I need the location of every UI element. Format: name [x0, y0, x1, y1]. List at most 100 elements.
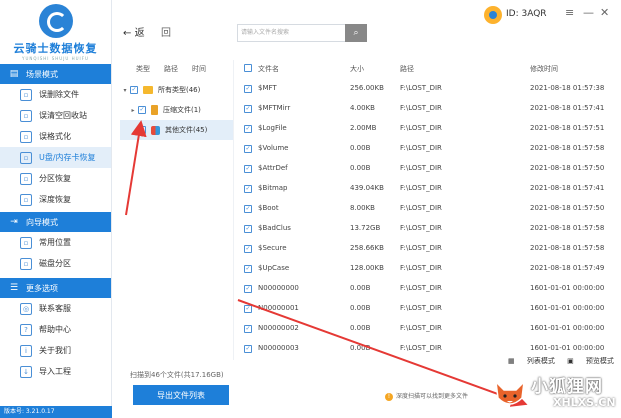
file-name: N00000000 — [258, 284, 299, 292]
table-row[interactable]: ✓ N00000001 0.00B F:\LOST_DIR 1601-01-01 00:… — [238, 298, 621, 318]
location-icon: ▫ — [20, 236, 32, 249]
usb-icon: ▫ — [20, 151, 32, 164]
row-checkbox[interactable]: ✓ — [244, 324, 252, 333]
checkbox[interactable]: ✓ — [138, 126, 146, 134]
row-checkbox[interactable]: ✓ — [244, 224, 252, 233]
sidebar-item-label: 深度恢复 — [39, 195, 71, 204]
tree-item-archives[interactable]: ▸ ✓ 压缩文件(1) — [120, 100, 233, 120]
disk-icon: ▫ — [20, 257, 32, 270]
section-title: 向导模式 — [26, 217, 58, 227]
section-title: 场景模式 — [26, 69, 58, 79]
tree-tab-type[interactable]: 类型 — [136, 64, 150, 74]
table-row[interactable]: ✓ N00000002 0.00B F:\LOST_DIR 1601-01-01 00:… — [238, 318, 621, 338]
row-checkbox[interactable]: ✓ — [244, 304, 252, 313]
scan-summary: 扫描到46个文件(共17.16GB) — [130, 371, 224, 379]
sidebar-item-usb-card[interactable]: ▫ U盘/内存卡恢复 — [0, 147, 111, 168]
menu-button[interactable]: ≡ — [565, 6, 574, 19]
search-input[interactable]: 请输入文件名搜索 — [237, 24, 347, 42]
deep-scan-tip: ! 深度扫描可以找到更多文件 — [385, 391, 468, 401]
select-all-checkbox[interactable] — [244, 64, 252, 72]
table-row[interactable]: ✓ $Volume 0.00B F:\LOST_DIR 2021-08-18 01:57… — [238, 138, 621, 158]
column-modified-time[interactable]: 修改时间 — [530, 64, 620, 74]
preview-view-button[interactable]: ▣ 预览模式 — [567, 357, 614, 365]
file-size: 128.00KB — [350, 264, 384, 272]
format-icon: ▫ — [20, 130, 32, 143]
sidebar-item-label: 常用位置 — [39, 238, 71, 247]
file-path: F:\LOST_DIR — [400, 244, 442, 252]
watermark-text: 小狐狸网 — [531, 377, 603, 397]
sidebar-item-label: 帮助中心 — [39, 325, 71, 334]
row-checkbox[interactable]: ✓ — [244, 144, 252, 153]
column-name[interactable]: 文件名 — [252, 64, 350, 74]
back-button[interactable]: ← 返 — [123, 24, 145, 39]
sidebar-item-import-project[interactable]: ↓ 导入工程 — [0, 361, 111, 382]
row-checkbox[interactable]: ✓ — [244, 344, 252, 353]
file-modified-time: 2021-08-18 01:57:58 — [530, 144, 605, 152]
list-view-button[interactable]: ▦ 列表模式 — [508, 357, 555, 365]
table-row[interactable]: ✓ $BadClus 13.72GB F:\LOST_DIR 2021-08-18 01… — [238, 218, 621, 238]
close-button[interactable]: ✕ — [600, 6, 609, 19]
checkbox[interactable]: ✓ — [130, 86, 138, 94]
sidebar-item-support[interactable]: ◎ 联系客服 — [0, 298, 111, 319]
table-row[interactable]: ✓ N00000003 0.00B F:\LOST_DIR 1601-01-01 00:… — [238, 338, 621, 355]
table-row[interactable]: ✓ $Secure 258.66KB F:\LOST_DIR 2021-08-18 01… — [238, 238, 621, 258]
row-checkbox[interactable]: ✓ — [244, 84, 252, 93]
column-path[interactable]: 路径 — [400, 64, 530, 74]
refresh-button[interactable]: 回 — [161, 24, 171, 39]
tree-header: 类型 路径 时间 — [120, 60, 233, 78]
table-row[interactable]: ✓ N00000000 0.00B F:\LOST_DIR 1601-01-01 00:… — [238, 278, 621, 298]
caret-right-icon[interactable]: ▸ — [128, 107, 138, 114]
hamburger-icon: ≡ — [565, 6, 575, 19]
arrow-left-icon: ← — [123, 28, 132, 39]
sidebar-item-deep-recovery[interactable]: ▫ 深度恢复 — [0, 189, 111, 210]
tree-tab-time[interactable]: 时间 — [192, 64, 206, 74]
row-checkbox[interactable]: ✓ — [244, 164, 252, 173]
file-modified-time: 1601-01-01 00:00:00 — [530, 324, 605, 332]
table-header: 文件名 大小 路径 修改时间 — [238, 60, 621, 78]
row-checkbox[interactable]: ✓ — [244, 184, 252, 193]
file-name: $UpCase — [258, 264, 290, 272]
table-row[interactable]: ✓ $LogFile 2.00MB F:\LOST_DIR 2021-08-18 01:… — [238, 118, 621, 138]
row-checkbox[interactable]: ✓ — [244, 244, 252, 253]
column-size[interactable]: 大小 — [350, 64, 400, 74]
sidebar-item-deleted-files[interactable]: ▫ 误删除文件 — [0, 84, 111, 105]
sidebar-item-format[interactable]: ▫ 误格式化 — [0, 126, 111, 147]
section-scene-mode: ▤ 场景模式 — [0, 64, 111, 84]
minimize-button[interactable]: — — [583, 6, 594, 19]
table-row[interactable]: ✓ $AttrDef 0.00B F:\LOST_DIR 2021-08-18 01:5… — [238, 158, 621, 178]
file-path: F:\LOST_DIR — [400, 284, 442, 292]
deep-scan-tip-text: 深度扫描可以找到更多文件 — [396, 393, 469, 400]
help-icon: ? — [20, 323, 32, 336]
sidebar-item-common-locations[interactable]: ▫ 常用位置 — [0, 232, 111, 253]
caret-down-icon[interactable]: ▾ — [120, 87, 130, 94]
row-checkbox[interactable]: ✓ — [244, 284, 252, 293]
table-row[interactable]: ✓ $MFTMirr 4.00KB F:\LOST_DIR 2021-08-18 01:… — [238, 98, 621, 118]
file-path: F:\LOST_DIR — [400, 144, 442, 152]
export-file-list-button[interactable]: 导出文件列表 — [133, 385, 229, 405]
tree-tab-path[interactable]: 路径 — [164, 64, 178, 74]
checkbox[interactable]: ✓ — [138, 106, 146, 114]
logo-icon — [38, 3, 73, 38]
sidebar-item-help[interactable]: ? 帮助中心 — [0, 319, 111, 340]
user-badge-icon[interactable] — [484, 6, 502, 24]
table-row[interactable]: ✓ $Bitmap 439.04KB F:\LOST_DIR 2021-08-18 01… — [238, 178, 621, 198]
file-size: 0.00B — [350, 304, 371, 312]
table-row[interactable]: ✓ $MFT 256.00KB F:\LOST_DIR 2021-08-18 01:57… — [238, 78, 621, 98]
row-checkbox[interactable]: ✓ — [244, 104, 252, 113]
sidebar-item-disk-partition[interactable]: ▫ 磁盘分区 — [0, 253, 111, 274]
sidebar-item-recycle-bin[interactable]: ▫ 误清空回收站 — [0, 105, 111, 126]
section-wizard-mode: ⇥ 向导模式 — [0, 212, 111, 232]
sidebar-item-partition-recovery[interactable]: ▫ 分区恢复 — [0, 168, 111, 189]
row-checkbox[interactable]: ✓ — [244, 204, 252, 213]
minimize-icon: — — [583, 6, 594, 19]
fox-logo-icon — [494, 379, 526, 405]
search-button[interactable]: ⌕ — [345, 24, 367, 42]
table-row[interactable]: ✓ $UpCase 128.00KB F:\LOST_DIR 2021-08-18 01… — [238, 258, 621, 278]
tree-item-other-files[interactable]: ✓ 其他文件(45) — [120, 120, 233, 140]
table-row[interactable]: ✓ $Boot 8.00KB F:\LOST_DIR 2021-08-18 01:57:… — [238, 198, 621, 218]
file-name: $MFT — [258, 84, 277, 92]
row-checkbox[interactable]: ✓ — [244, 124, 252, 133]
row-checkbox[interactable]: ✓ — [244, 264, 252, 273]
tree-item-all-types[interactable]: ▾ ✓ 所有类型(46) — [120, 80, 233, 100]
sidebar-item-about[interactable]: i 关于我们 — [0, 340, 111, 361]
